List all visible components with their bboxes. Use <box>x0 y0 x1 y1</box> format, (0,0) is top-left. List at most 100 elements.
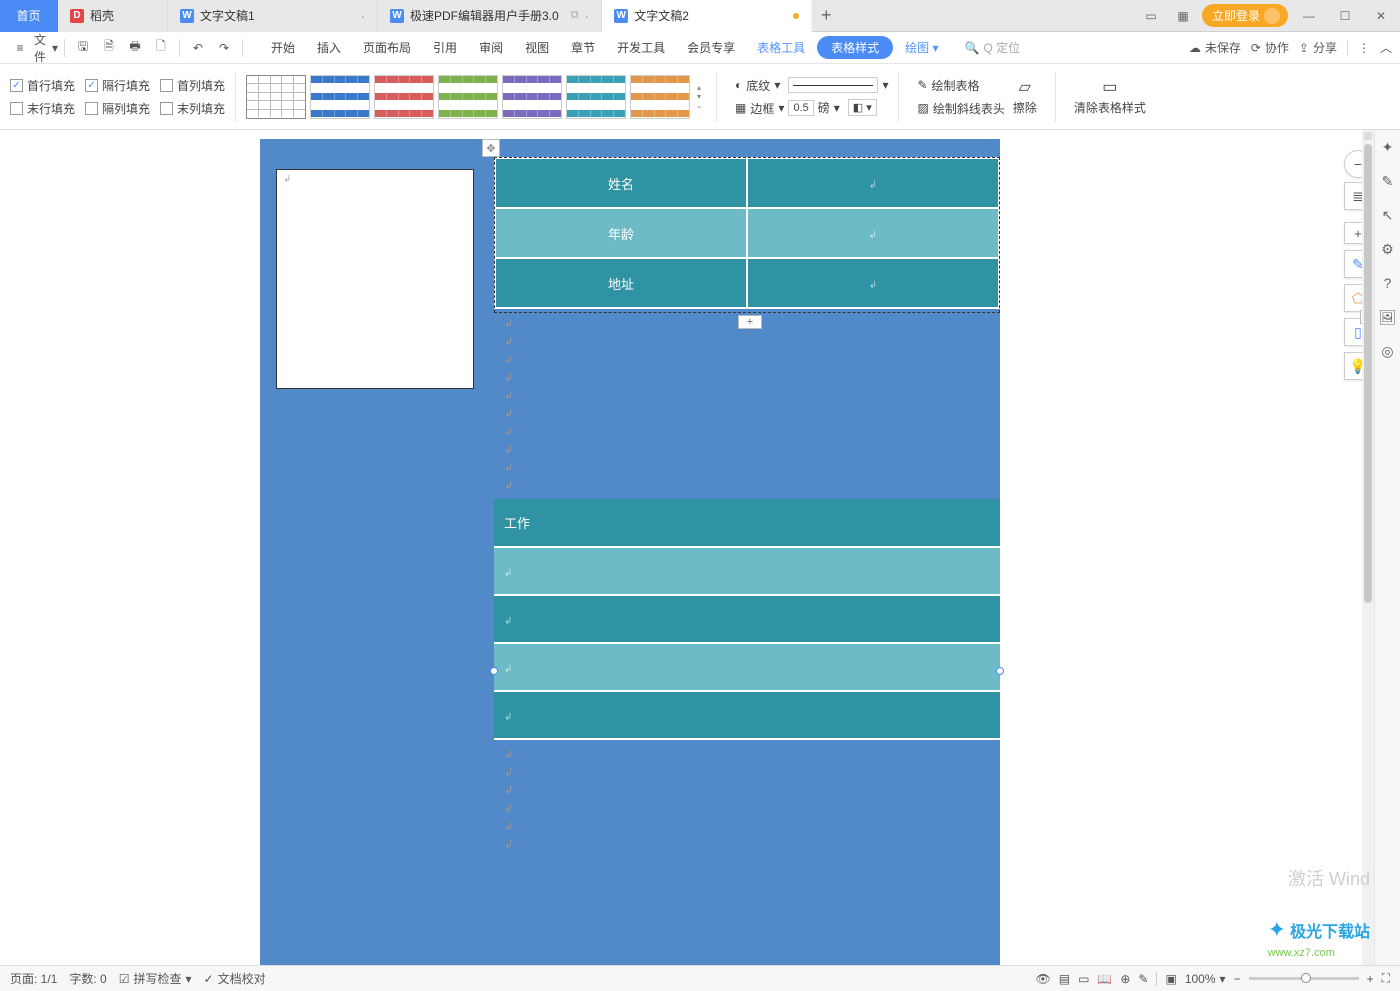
view-web-icon[interactable]: ⊕ <box>1120 972 1130 986</box>
print-icon[interactable]: 🖶 <box>123 36 147 60</box>
tab-doke[interactable]: D 稻壳 <box>58 0 168 32</box>
titlebar-icon-1[interactable]: ▭ <box>1138 3 1164 29</box>
collapse-ribbon-icon[interactable]: ︿ <box>1380 39 1392 56</box>
menu-table-style-active[interactable]: 表格样式 <box>817 36 893 59</box>
redo-icon[interactable]: ↷ <box>212 36 236 60</box>
fullscreen-icon[interactable]: ⛶ <box>1382 971 1390 986</box>
border-line-preview[interactable]: ▾ <box>788 77 888 93</box>
chk-first-row[interactable]: ✓首行填充 <box>10 77 75 94</box>
table-cell[interactable]: 地址 <box>495 258 747 308</box>
rail-help-icon[interactable]: ? <box>1379 274 1397 292</box>
table-cell[interactable]: ↲ <box>747 258 999 308</box>
table-2[interactable]: 工作 ↲ ↲ ↲ ↲ <box>494 499 1000 740</box>
more-icon[interactable]: ⋮ <box>1358 41 1370 55</box>
locate-search[interactable]: 🔍Q 定位 <box>965 39 1021 56</box>
table-cell[interactable]: ↲ <box>494 643 1000 691</box>
table-cell[interactable]: ↲ <box>494 691 1000 739</box>
gallery-more-icon[interactable]: ⌄ <box>692 101 706 110</box>
chk-last-row[interactable]: 末行填充 <box>10 100 75 117</box>
undo-icon[interactable]: ↶ <box>186 36 210 60</box>
border-color-dropdown[interactable]: ◧ ▾ <box>848 99 877 116</box>
view-page-icon[interactable]: ▤ <box>1059 972 1070 986</box>
scrollbar-thumb[interactable] <box>1364 144 1372 603</box>
zoom-slider[interactable] <box>1249 977 1359 980</box>
table-style-swatch[interactable] <box>566 75 626 119</box>
gallery-up-icon[interactable]: ▴ <box>692 83 706 92</box>
eraser-button[interactable]: ▱擦除 <box>1005 77 1045 116</box>
status-spellcheck[interactable]: ☑ 拼写检查 ▾ <box>119 970 192 987</box>
menu-icon[interactable]: ≡ <box>8 36 32 60</box>
table-style-swatch[interactable] <box>374 75 434 119</box>
table-cell[interactable]: ↲ <box>494 547 1000 595</box>
table-style-swatch[interactable] <box>630 75 690 119</box>
status-words[interactable]: 字数: 0 <box>69 970 106 987</box>
table-cell[interactable]: 姓名 <box>495 158 747 208</box>
menu-layout[interactable]: 页面布局 <box>353 35 421 60</box>
zoom-in-button[interactable]: + <box>1367 972 1374 986</box>
minimize-button[interactable]: — <box>1294 0 1324 32</box>
menu-start[interactable]: 开始 <box>261 35 305 60</box>
draw-table-button[interactable]: ✎ 绘制表格 <box>917 77 1004 94</box>
close-window-button[interactable]: ✕ <box>1366 0 1396 32</box>
chk-first-col[interactable]: 首列填充 <box>160 77 225 94</box>
view-read-icon[interactable]: ▭ <box>1078 972 1089 986</box>
table-cell[interactable]: 年龄 <box>495 208 747 258</box>
menu-draw[interactable]: 绘图 ▾ <box>895 35 948 60</box>
draw-diagonal-button[interactable]: ▨ 绘制斜线表头 <box>917 100 1004 117</box>
menu-view[interactable]: 视图 <box>515 35 559 60</box>
status-eye-icon[interactable]: 👁 <box>1035 972 1050 986</box>
rail-settings-icon[interactable]: ⚙ <box>1379 240 1397 258</box>
tab-close-icon[interactable]: · <box>360 8 365 24</box>
menu-vip[interactable]: 会员专享 <box>677 35 745 60</box>
border-dropdown[interactable]: ▦ 边框 ▾ <box>735 100 784 117</box>
chk-alt-col[interactable]: 隔列填充 <box>85 100 150 117</box>
zoom-knob[interactable] <box>1301 973 1311 983</box>
new-tab-button[interactable]: + <box>812 2 840 30</box>
table-style-swatch[interactable] <box>438 75 498 119</box>
table-1[interactable]: 姓名↲ 年龄↲ 地址↲ <box>494 157 1000 309</box>
share-button[interactable]: ⇪分享 <box>1299 39 1337 56</box>
clear-style-button[interactable]: ▭清除表格样式 <box>1066 77 1154 116</box>
vertical-scrollbar[interactable] <box>1362 130 1374 965</box>
tab-home[interactable]: 首页 <box>0 0 58 32</box>
rail-image-icon[interactable]: 🖼 <box>1379 308 1397 326</box>
tab-doc-2[interactable]: W 极速PDF编辑器用户手册3.0 ⧉ · <box>378 0 602 32</box>
table-cell[interactable]: ↲ <box>494 595 1000 643</box>
gallery-down-icon[interactable]: ▾ <box>692 92 706 101</box>
border-weight-dropdown[interactable]: 0.5 <box>788 100 813 116</box>
add-row-button[interactable]: + <box>738 315 762 329</box>
maximize-button[interactable]: ☐ <box>1330 0 1360 32</box>
unsaved-indicator[interactable]: ☁未保存 <box>1189 39 1241 56</box>
tab-close-icon[interactable]: · <box>585 8 590 24</box>
status-proofread[interactable]: ✓ 文档校对 <box>204 970 266 987</box>
zoom-level[interactable]: 100% ▾ <box>1185 972 1226 986</box>
menu-devtools[interactable]: 开发工具 <box>607 35 675 60</box>
save-icon[interactable]: 🖫 <box>71 36 95 60</box>
shading-dropdown[interactable]: ◐ 底纹 ▾ <box>735 77 784 94</box>
save-as-icon[interactable]: 🗎 <box>97 36 121 60</box>
titlebar-apps-icon[interactable]: ▦ <box>1170 3 1196 29</box>
menu-insert[interactable]: 插入 <box>307 35 351 60</box>
tab-doc-3-active[interactable]: W 文字文稿2 <box>602 0 812 32</box>
menu-section[interactable]: 章节 <box>561 35 605 60</box>
print-preview-icon[interactable]: 🗋 <box>149 36 173 60</box>
tab-doc-1[interactable]: W 文字文稿1 · <box>168 0 378 32</box>
selection-handle[interactable] <box>996 667 1004 675</box>
document-area[interactable]: ↲ ✥ 姓名↲ 年龄↲ 地址↲ + ↲↲↲↲↲ ↲↲↲↲↲ 工作 ↲ ↲ <box>0 130 1374 965</box>
zoom-out-button[interactable]: − <box>1234 972 1241 986</box>
rail-select-icon[interactable]: ↖ <box>1379 206 1397 224</box>
chk-alt-row[interactable]: ✓隔行填充 <box>85 77 150 94</box>
rail-assistant-icon[interactable]: ✦ <box>1379 138 1397 156</box>
rail-target-icon[interactable]: ◎ <box>1379 342 1397 360</box>
status-page[interactable]: 页面: 1/1 <box>10 970 57 987</box>
table-style-swatch[interactable] <box>502 75 562 119</box>
selection-handle[interactable] <box>490 667 498 675</box>
table-cell[interactable]: ↲ <box>747 158 999 208</box>
chk-last-col[interactable]: 末列填充 <box>160 100 225 117</box>
menu-reference[interactable]: 引用 <box>423 35 467 60</box>
rail-pen-icon[interactable]: ✎ <box>1379 172 1397 190</box>
table-style-swatch[interactable] <box>246 75 306 119</box>
coop-button[interactable]: ⟳协作 <box>1251 39 1289 56</box>
table-cell[interactable]: 工作 <box>494 499 1000 547</box>
menu-table-tools[interactable]: 表格工具 <box>747 35 815 60</box>
